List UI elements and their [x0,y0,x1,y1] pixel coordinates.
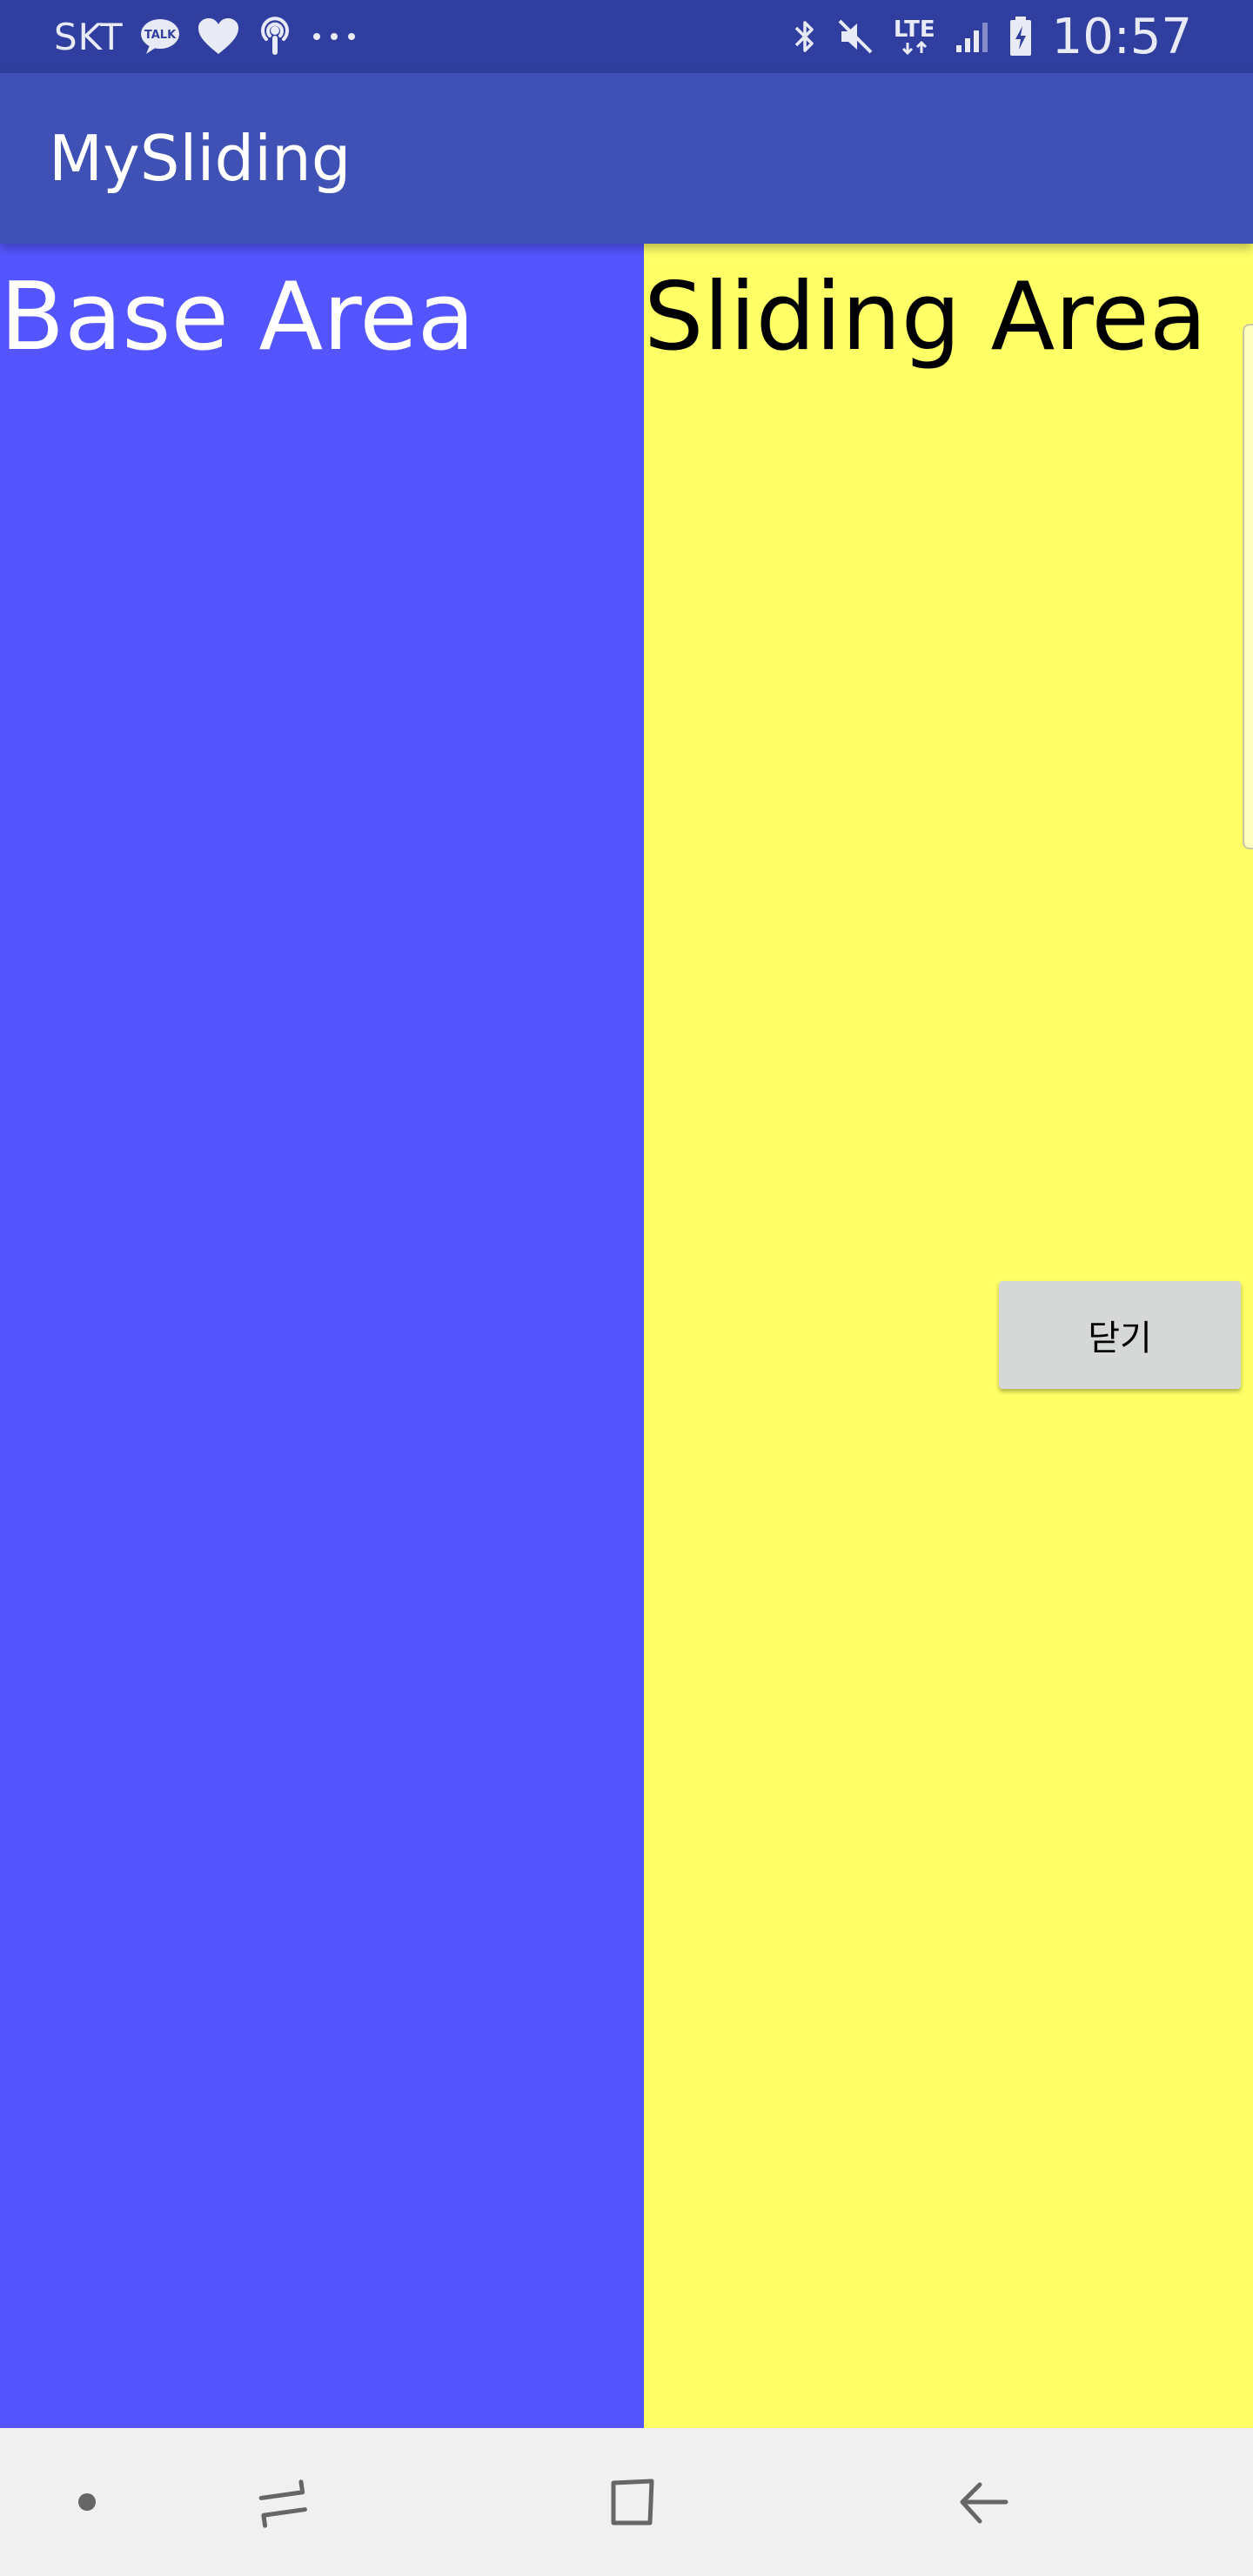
more-dots-icon [310,31,358,42]
carrier-label: SKT [54,15,124,58]
base-area-title: Base Area [0,263,475,372]
home-button[interactable] [583,2428,679,2576]
edge-panel-handle[interactable] [1243,324,1253,849]
base-area-panel: Base Area [0,244,644,2428]
lte-label: LTE [893,17,935,43]
heart-icon [197,17,240,56]
navigation-bar [0,2428,1253,2576]
clock: 10:57 [1051,8,1192,65]
home-icon [603,2474,659,2530]
signal-icon [955,19,989,54]
podcast-icon [256,15,294,58]
status-bar-left: SKT TALK [54,0,358,73]
app-title: MySliding [49,122,352,195]
recent-apps-icon [255,2474,311,2530]
app-bar: MySliding [0,73,1253,244]
sliding-area-title: Sliding Area [644,263,1207,372]
mute-icon [836,17,874,56]
kakaotalk-icon: TALK [139,17,181,56]
bluetooth-icon [793,17,817,56]
recent-apps-button[interactable] [235,2428,331,2576]
lte-icon: LTE [894,18,935,55]
status-bar-right: LTE 10:57 [793,0,1192,73]
nav-dot-button[interactable] [52,2428,122,2576]
content-area: Base Area Sliding Area 닫기 [0,244,1253,2428]
close-button[interactable]: 닫기 [999,1281,1241,1389]
status-bar: SKT TALK LTE 10:57 [0,0,1253,73]
sliding-area-panel: Sliding Area 닫기 [644,244,1253,2428]
talk-badge-text: TALK [144,29,176,42]
battery-charging-icon [1008,16,1033,57]
dot-icon [77,2492,97,2512]
back-button[interactable] [935,2428,1031,2576]
back-icon [955,2474,1011,2530]
